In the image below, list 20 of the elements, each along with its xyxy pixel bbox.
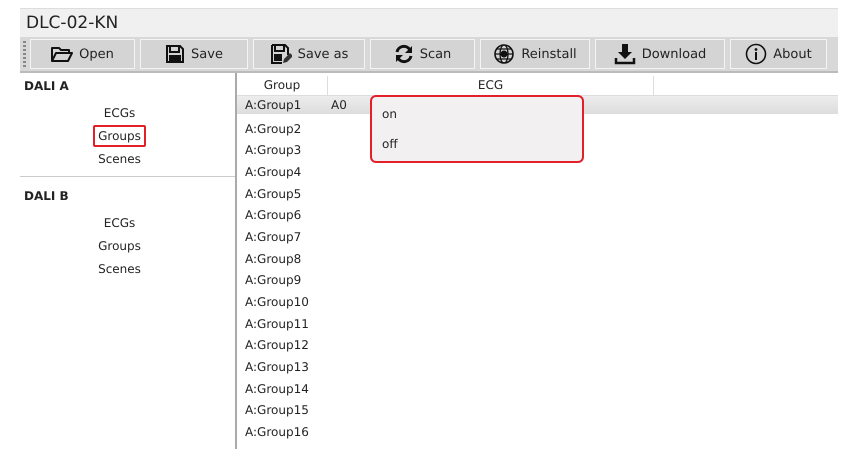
table-cell-text: A:Group15 <box>245 403 310 418</box>
table-cell-text: A:Group14 <box>245 382 310 396</box>
table-cell-text: A:Group16 <box>245 425 310 440</box>
section-title: DALI A <box>24 79 69 93</box>
table-cell-text: A:Group2 <box>245 122 302 136</box>
window-title: DLC-02-KN <box>20 8 838 37</box>
table-cell-text: A:Group1 <box>245 98 302 112</box>
section-title: DALI B <box>24 189 69 203</box>
table-cell: A0 <box>331 98 347 112</box>
table-cell-text: A:Group4 <box>245 164 302 179</box>
table-cell-text: A:Group5 <box>245 186 302 201</box>
table-cell-text: A:Group8 <box>245 252 302 266</box>
table-cell-text: A:Group10 <box>245 295 310 310</box>
table-cell-text: A:Group13 <box>245 360 310 374</box>
table-cell-text: A:Group6 <box>245 208 302 222</box>
table-cell-text: A:Group11 <box>245 316 310 331</box>
table-cell-text: A:Group3 <box>245 143 302 158</box>
table-cell-text: A:Group12 <box>245 338 310 352</box>
table-cell-text: A:Group9 <box>245 273 302 288</box>
table-cell-text: A:Group7 <box>245 230 302 244</box>
